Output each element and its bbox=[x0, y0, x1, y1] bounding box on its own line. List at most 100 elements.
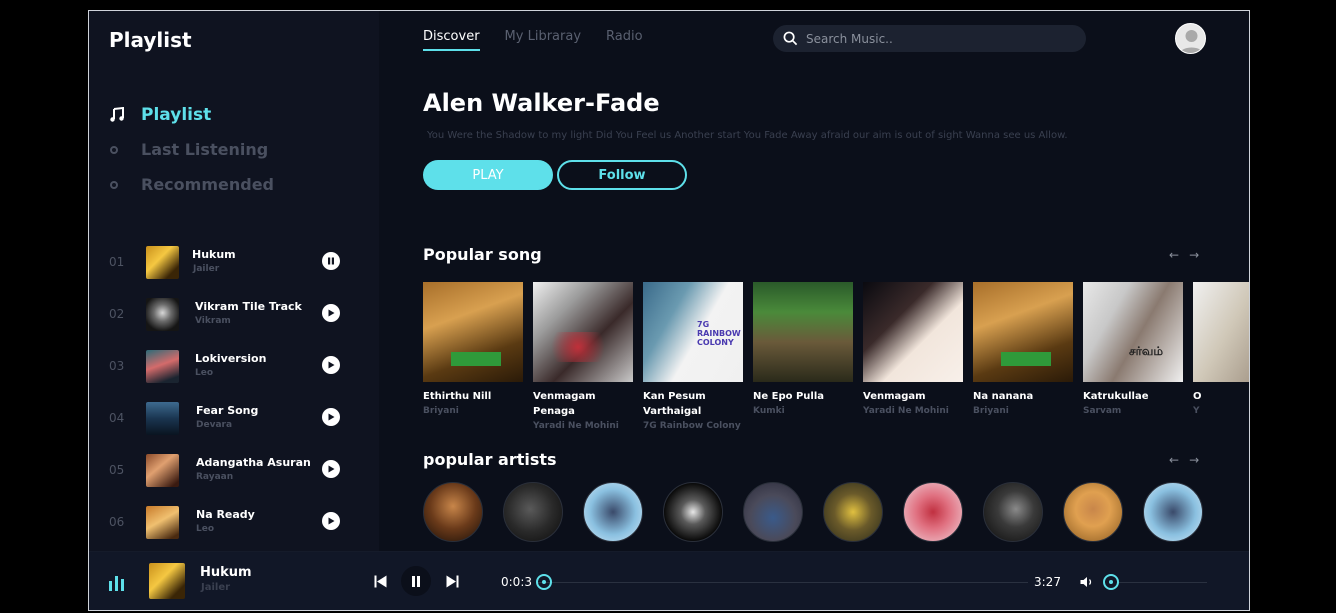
song-subtitle: Yaradi Ne Mohini bbox=[533, 421, 619, 431]
popular-artists-heading: popular artists bbox=[423, 450, 557, 469]
arrow-right-icon[interactable]: → bbox=[1189, 248, 1199, 262]
song-card[interactable]: Ethirthu Nill Briyani bbox=[423, 282, 523, 433]
track-subtitle: Leo bbox=[196, 524, 215, 534]
track-subtitle: Devara bbox=[196, 420, 233, 430]
progress-bar[interactable] bbox=[538, 582, 1028, 583]
song-subtitle: Briyani bbox=[973, 406, 1009, 416]
next-button[interactable] bbox=[445, 574, 459, 588]
play-button[interactable] bbox=[322, 460, 340, 478]
artist-avatar[interactable] bbox=[983, 482, 1043, 542]
song-card[interactable]: Venmagam Yaradi Ne Mohini bbox=[863, 282, 963, 433]
song-card[interactable]: Na nanana Briyani bbox=[973, 282, 1073, 433]
menu-label: Playlist bbox=[141, 104, 212, 125]
track-row[interactable]: 03 Lokiversion Leo bbox=[109, 347, 354, 399]
track-row[interactable]: 04 Fear Song Devara bbox=[109, 399, 354, 451]
song-title: Ne Epo Pulla bbox=[753, 391, 825, 402]
play-button[interactable] bbox=[322, 408, 340, 426]
arrow-left-icon[interactable]: ← bbox=[1169, 453, 1179, 467]
skip-forward-icon bbox=[446, 575, 458, 587]
artist-avatar[interactable] bbox=[583, 482, 643, 542]
artist-avatar[interactable] bbox=[743, 482, 803, 542]
play-button[interactable] bbox=[322, 356, 340, 374]
song-subtitle: 7G Rainbow Colony bbox=[643, 421, 741, 431]
track-row[interactable]: 05 Adangatha Asuran Rayaan bbox=[109, 451, 354, 503]
track-number: 01 bbox=[109, 255, 125, 269]
follow-button[interactable]: Follow bbox=[557, 160, 687, 190]
pause-button[interactable] bbox=[322, 252, 340, 270]
tab-discover[interactable]: Discover bbox=[423, 29, 480, 51]
song-card[interactable]: சர்வம் Katrukullae Sarvam bbox=[1083, 282, 1183, 433]
now-playing-thumbnail bbox=[149, 563, 185, 599]
menu-item-recommended[interactable]: Recommended bbox=[109, 167, 274, 202]
cover-text: 7G RAINBOW COLONY bbox=[697, 320, 741, 347]
track-subtitle: Leo bbox=[195, 368, 214, 378]
now-playing-title: Hukum bbox=[200, 565, 252, 580]
sidebar-menu: Playlist Last Listening Recommended bbox=[109, 97, 274, 202]
pause-icon bbox=[328, 257, 334, 265]
track-thumbnail bbox=[146, 506, 179, 539]
search-input[interactable] bbox=[806, 31, 1066, 46]
song-subtitle: Y bbox=[1193, 406, 1200, 416]
track-title: Lokiversion bbox=[195, 352, 267, 365]
cover-text: சர்வம் bbox=[1129, 344, 1164, 358]
artist-avatar[interactable] bbox=[423, 482, 483, 542]
hero-title: Alen Walker-Fade bbox=[423, 89, 660, 117]
bullet-icon bbox=[110, 145, 118, 154]
artist-avatar[interactable] bbox=[903, 482, 963, 542]
artist-avatar[interactable] bbox=[1143, 482, 1203, 542]
pause-button[interactable] bbox=[401, 566, 431, 596]
song-card[interactable]: Venmagam Penaga Yaradi Ne Mohini bbox=[533, 282, 633, 433]
track-subtitle: Rayaan bbox=[196, 472, 234, 482]
song-subtitle: Yaradi Ne Mohini bbox=[863, 406, 949, 416]
hero-description: You Were the Shadow to my light Did You … bbox=[427, 130, 1068, 141]
main-content: Discover My Libraray Radio Alen Walker-F… bbox=[379, 11, 1249, 551]
tab-radio[interactable]: Radio bbox=[606, 29, 643, 51]
track-number: 03 bbox=[109, 359, 125, 373]
pause-icon bbox=[412, 575, 420, 587]
artist-avatar[interactable] bbox=[503, 482, 563, 542]
play-button[interactable] bbox=[322, 512, 340, 530]
song-title: Venmagam bbox=[863, 391, 926, 402]
artist-avatar[interactable] bbox=[823, 482, 883, 542]
popular-artists-list bbox=[423, 482, 1203, 542]
menu-item-playlist[interactable]: Playlist bbox=[109, 97, 274, 132]
song-title: Katrukullae bbox=[1083, 391, 1149, 402]
menu-item-last-listening[interactable]: Last Listening bbox=[109, 132, 274, 167]
artist-avatar[interactable] bbox=[1063, 482, 1123, 542]
search-bar bbox=[773, 25, 1086, 52]
arrow-right-icon[interactable]: → bbox=[1189, 453, 1199, 467]
song-card[interactable]: Ne Epo Pulla Kumki bbox=[753, 282, 853, 433]
song-card[interactable]: 7G RAINBOW COLONY Kan Pesum Varthaigal 7… bbox=[643, 282, 743, 433]
play-icon bbox=[328, 309, 335, 317]
user-avatar[interactable] bbox=[1175, 23, 1206, 54]
equalizer-icon bbox=[109, 576, 124, 591]
menu-label: Last Listening bbox=[141, 140, 269, 159]
bullet-icon bbox=[110, 180, 118, 189]
progress-knob[interactable] bbox=[536, 574, 552, 590]
track-row[interactable]: 02 Vikram Tile Track Vikram bbox=[109, 295, 354, 347]
artist-avatar[interactable] bbox=[663, 482, 723, 542]
previous-button[interactable] bbox=[373, 574, 387, 588]
track-title: Fear Song bbox=[196, 404, 259, 417]
search-icon bbox=[783, 31, 798, 46]
popular-song-list: Ethirthu Nill Briyani Venmagam Penaga Ya… bbox=[423, 282, 1249, 433]
song-title: Kan Pesum Varthaigal bbox=[643, 391, 706, 417]
track-row[interactable]: 06 Na Ready Leo bbox=[109, 503, 354, 555]
song-card[interactable]: O Y bbox=[1193, 282, 1249, 433]
song-cover: சர்வம் bbox=[1083, 282, 1183, 382]
play-button[interactable] bbox=[322, 304, 340, 322]
arrow-left-icon[interactable]: ← bbox=[1169, 248, 1179, 262]
song-cover bbox=[863, 282, 963, 382]
volume-bar[interactable] bbox=[1119, 582, 1207, 583]
play-icon bbox=[328, 465, 335, 473]
song-subtitle: Kumki bbox=[753, 406, 785, 416]
tab-my-library[interactable]: My Libraray bbox=[505, 29, 581, 51]
volume-icon[interactable] bbox=[1080, 575, 1094, 589]
volume-knob[interactable] bbox=[1103, 574, 1119, 590]
total-time: 3:27 bbox=[1034, 575, 1061, 589]
track-number: 02 bbox=[109, 307, 125, 321]
song-cover bbox=[973, 282, 1073, 382]
track-row[interactable]: 01 Hukum Jailer bbox=[109, 243, 354, 295]
play-button[interactable]: PLAY bbox=[423, 160, 553, 190]
song-subtitle: Briyani bbox=[423, 406, 459, 416]
